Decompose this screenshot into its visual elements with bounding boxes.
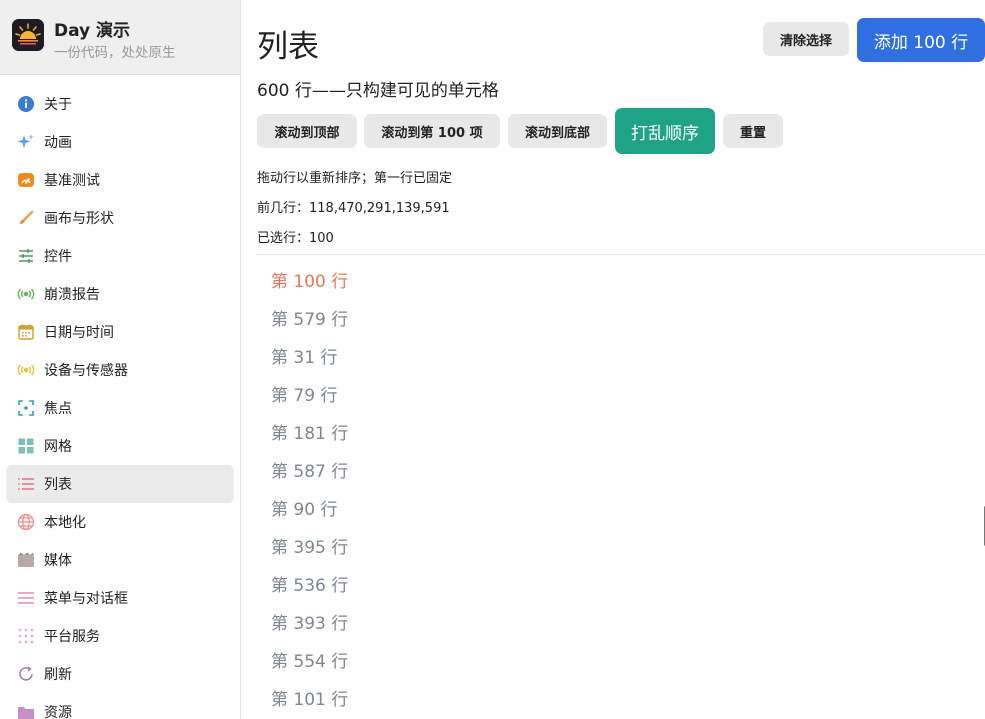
list-row[interactable]: 第 393 行	[271, 609, 348, 634]
refresh-icon	[17, 665, 35, 683]
calendar-icon	[17, 323, 35, 341]
sidebar-item-label: 列表	[44, 477, 72, 493]
menu-icon	[17, 589, 35, 607]
row-list[interactable]: 第 100 行第 579 行第 31 行第 79 行第 181 行第 587 行…	[257, 259, 985, 719]
page-title: 列表	[257, 29, 319, 65]
list-row[interactable]: 第 101 行	[271, 685, 348, 710]
list-row[interactable]: 第 31 行	[271, 343, 337, 368]
app-subtitle: 一份代码，处处原生	[54, 45, 176, 61]
list-subtitle: 600 行——只构建可见的单元格	[257, 81, 499, 101]
sidebar-item-label: 画布与形状	[44, 211, 114, 227]
list-row[interactable]: 第 395 行	[271, 533, 348, 558]
main-panel: 列表 清除选择 添加 100 行 600 行——只构建可见的单元格 滚动到顶部 …	[257, 0, 985, 719]
sidebar-item-list[interactable]: 列表	[6, 465, 234, 503]
globe-icon	[17, 513, 35, 531]
sidebar-item-devices[interactable]: 设备与传感器	[6, 351, 234, 389]
sidebar-item-label: 本地化	[44, 515, 86, 531]
sliders-icon	[17, 247, 35, 265]
clapperboard-icon	[17, 551, 35, 569]
sparkle-icon	[17, 133, 35, 151]
list-row[interactable]: 第 90 行	[271, 495, 337, 520]
app-header: Day 演示 一份代码，处处原生	[0, 0, 240, 75]
list-row[interactable]: 第 79 行	[271, 381, 337, 406]
list-row[interactable]: 第 536 行	[271, 571, 348, 596]
sidebar-item-date-time[interactable]: 日期与时间	[6, 313, 234, 351]
sidebar-item-label: 媒体	[44, 553, 72, 569]
folder-icon	[17, 703, 35, 719]
first-rows-value: 118,470,291,139,591	[309, 201, 450, 216]
speedometer-icon	[17, 171, 35, 189]
sidebar-item-benchmark[interactable]: 基准测试	[6, 161, 234, 199]
sidebar-item-label: 关于	[44, 97, 72, 113]
sidebar-item-label: 菜单与对话框	[44, 591, 128, 607]
list-icon	[17, 475, 35, 493]
scroll-to-top-button[interactable]: 滚动到顶部	[257, 114, 357, 148]
scroll-to-bottom-button[interactable]: 滚动到底部	[508, 114, 607, 148]
broadcast-icon	[17, 285, 35, 303]
sidebar-item-controls[interactable]: 控件	[6, 237, 234, 275]
sidebar-item-refresh[interactable]: 刷新	[6, 655, 234, 693]
list-row[interactable]: 第 554 行	[271, 647, 348, 672]
selected-row-readout: 已选行：100	[257, 227, 334, 246]
sidebar-item-label: 刷新	[44, 667, 72, 683]
first-rows-label: 前几行：	[257, 201, 310, 216]
dots-grid-icon	[17, 627, 35, 645]
list-row[interactable]: 第 587 行	[271, 457, 348, 482]
sidebar-item-platform-services[interactable]: 平台服务	[6, 617, 234, 655]
sidebar-item-localization[interactable]: 本地化	[6, 503, 234, 541]
shuffle-button[interactable]: 打乱顺序	[615, 108, 715, 154]
sidebar-nav: 关于 动画 基准测试 画布与形状 控件 崩溃报告 日期与时间 设备与传感器 焦点…	[0, 85, 240, 719]
app-logo-icon	[12, 19, 44, 51]
selected-value: 100	[309, 231, 334, 246]
grid-icon	[17, 437, 35, 455]
sidebar-item-label: 资源	[44, 705, 72, 719]
sidebar: Day 演示 一份代码，处处原生 关于 动画 基准测试 画布与形状 控件 崩溃报…	[0, 0, 241, 719]
clear-selection-button[interactable]: 清除选择	[763, 22, 849, 56]
sidebar-item-about[interactable]: 关于	[6, 85, 234, 123]
app-title: Day 演示	[54, 21, 131, 41]
sidebar-item-focus[interactable]: 焦点	[6, 389, 234, 427]
sidebar-item-label: 崩溃报告	[44, 287, 100, 303]
sidebar-item-label: 焦点	[44, 401, 72, 417]
sidebar-item-label: 基准测试	[44, 173, 100, 189]
list-row[interactable]: 第 181 行	[271, 419, 348, 444]
scroll-to-100-button[interactable]: 滚动到第 100 项	[364, 114, 500, 148]
list-row[interactable]: 第 100 行	[271, 267, 348, 292]
add-rows-button[interactable]: 添加 100 行	[857, 18, 985, 62]
paintbrush-icon	[17, 209, 35, 227]
info-icon	[17, 95, 35, 113]
sidebar-item-crash-report[interactable]: 崩溃报告	[6, 275, 234, 313]
sidebar-item-media[interactable]: 媒体	[6, 541, 234, 579]
divider	[257, 254, 985, 255]
sidebar-item-label: 平台服务	[44, 629, 100, 645]
sensor-icon	[17, 361, 35, 379]
sidebar-item-canvas[interactable]: 画布与形状	[6, 199, 234, 237]
sidebar-item-label: 设备与传感器	[44, 363, 128, 379]
drag-hint: 拖动行以重新排序；第一行已固定	[257, 171, 453, 186]
sidebar-item-menus-dialogs[interactable]: 菜单与对话框	[6, 579, 234, 617]
sidebar-item-animation[interactable]: 动画	[6, 123, 234, 161]
selected-label: 已选行：	[257, 231, 310, 246]
sidebar-item-grid[interactable]: 网格	[6, 427, 234, 465]
sidebar-item-label: 日期与时间	[44, 325, 114, 341]
reset-button[interactable]: 重置	[723, 114, 783, 148]
first-rows-readout: 前几行：118,470,291,139,591	[257, 197, 450, 216]
sidebar-item-label: 控件	[44, 249, 72, 265]
sidebar-item-resources[interactable]: 资源	[6, 693, 234, 719]
sidebar-item-label: 动画	[44, 135, 72, 151]
list-row[interactable]: 第 579 行	[271, 305, 348, 330]
sidebar-item-label: 网格	[44, 439, 72, 455]
focus-icon	[17, 399, 35, 417]
